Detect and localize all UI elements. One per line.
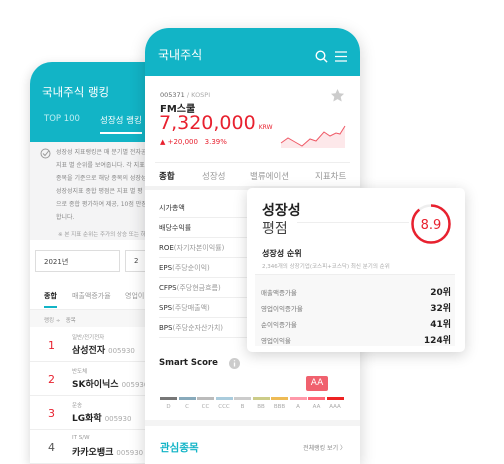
stock-code: 005371 / KOSPI — [160, 91, 211, 99]
year-select[interactable]: 2021년 — [35, 250, 120, 272]
stock-header: 국내주식 — [145, 28, 360, 76]
rank-title: 성장성 순위 — [262, 249, 302, 258]
stock-header-title: 국내주식 — [158, 48, 203, 62]
star-icon[interactable] — [330, 88, 345, 103]
score-gauge: 8.9 — [411, 204, 451, 244]
check-circle-icon — [40, 148, 51, 159]
rank-row: 영업이익증가율 32위 — [261, 304, 451, 314]
rank-row: 영업이익율 124위 — [261, 336, 451, 346]
grade-segment — [289, 397, 307, 400]
grade-segment — [178, 397, 196, 400]
tab-growth[interactable]: 성장성 — [202, 170, 225, 182]
grade-segment — [197, 397, 214, 400]
score-value: 8.9 — [421, 218, 442, 233]
stock-price: 7,320,000 KRW — [159, 112, 273, 134]
menu-icon[interactable] — [335, 51, 347, 62]
grade-segment — [215, 397, 233, 400]
grade-label: CC — [201, 404, 210, 410]
card-subtitle: 평점 — [262, 221, 288, 237]
stock-change: ▲ +20,000 3.39% — [160, 138, 227, 146]
subtab-total[interactable]: 종합 — [44, 291, 57, 308]
grade-segment — [271, 397, 288, 400]
grade-segment — [160, 397, 177, 400]
tab-valuation[interactable]: 밸류에이션 — [250, 170, 289, 182]
subtab-op[interactable]: 영업이 — [125, 291, 144, 301]
current-grade-badge: AA — [306, 376, 328, 391]
rank-subtitle: 2,346개의 상장기업(코스피+코스닥) 최신 분기의 순위 — [262, 264, 390, 270]
grade-label: AAA — [329, 404, 341, 410]
grade-segment — [234, 397, 251, 400]
card-title: 성장성 — [262, 203, 301, 219]
search-icon[interactable] — [315, 50, 328, 63]
view-all-ranking-link[interactable]: 전체랭킹 보기 〉 — [303, 443, 346, 452]
grade-segment — [308, 397, 325, 400]
growth-score-card: 성장성 평점 8.9 성장성 순위 2,346개의 상장기업(코스피+코스닥) … — [247, 188, 465, 352]
price-sparkline — [280, 125, 346, 148]
rank-row: 매출액증가율 20위 — [261, 288, 451, 298]
grade-label: B — [240, 404, 245, 410]
smart-score-label: Smart Score — [159, 358, 218, 368]
grade-label: AA — [312, 404, 321, 410]
grade-label: BB — [257, 404, 265, 410]
info-icon[interactable] — [229, 358, 240, 369]
watchlist-title: 관심종목 — [160, 442, 199, 454]
grade-label: BBB — [273, 404, 286, 410]
ranking-title: 국내주식 랭킹 — [42, 85, 110, 99]
grade-label: D — [166, 404, 171, 410]
subtab-sales[interactable]: 매출액증가율 — [72, 291, 111, 301]
grade-segment — [326, 397, 344, 400]
ranking-note: ※ 본 지표 순위는 주가의 상승 또는 하락 — [58, 232, 151, 238]
grade-label: CCC — [218, 404, 230, 410]
tab-top100[interactable]: TOP 100 — [44, 114, 80, 124]
tab-indicator-chart[interactable]: 지표차트 — [315, 170, 346, 182]
tab-growth-ranking[interactable]: 성장성 랭킹 — [100, 114, 142, 134]
grade-segment — [252, 397, 270, 400]
grade-label: A — [296, 404, 300, 410]
grade-label: C — [185, 404, 189, 410]
